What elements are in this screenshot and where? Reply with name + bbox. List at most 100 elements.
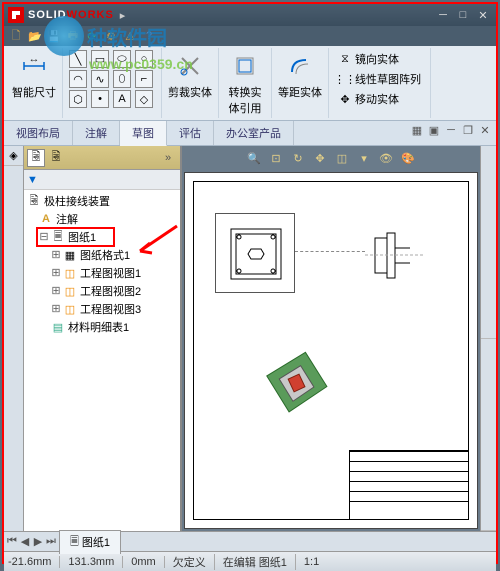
- expand-icon[interactable]: ⊞: [50, 248, 62, 262]
- view-icon: ◫: [62, 284, 78, 298]
- move-button[interactable]: ✥移动实体: [335, 90, 424, 108]
- tree-root[interactable]: 🗟 极柱接线装置: [26, 192, 178, 210]
- tab-evaluate[interactable]: 评估: [167, 121, 214, 145]
- rotate-icon[interactable]: ↻: [289, 149, 307, 167]
- warning-icon[interactable]: ⚠: [122, 28, 138, 44]
- tree-item-label: 材料明细表1: [68, 319, 129, 335]
- close-button[interactable]: ✕: [474, 8, 492, 22]
- tree-tab-config-icon[interactable]: 🗟: [47, 149, 65, 167]
- text-icon[interactable]: A: [113, 90, 131, 108]
- minimize-button[interactable]: ─: [434, 8, 452, 22]
- sheet-icon: 🗏: [50, 230, 66, 244]
- line-icon[interactable]: ╲: [69, 50, 87, 68]
- ribbon: ↔ 智能尺寸 ╲ ▭ ⬭ ○ ◠ ∿ ⬯ ⌐ ⬡ • A ◇: [4, 46, 496, 121]
- tab-office[interactable]: 办公室产品: [214, 121, 294, 145]
- ruler-seg[interactable]: [481, 146, 496, 339]
- save-icon[interactable]: 💾: [46, 28, 62, 44]
- titlebar: SOLIDWORKS ▸ ─ □ ✕: [4, 4, 496, 26]
- point-icon[interactable]: •: [91, 90, 109, 108]
- offset-button[interactable]: 等距实体: [278, 50, 322, 100]
- sheet-icon: 🗏: [70, 533, 79, 552]
- hide-icon[interactable]: 👁: [377, 149, 395, 167]
- side-tab-1[interactable]: ◈: [4, 146, 23, 166]
- title-block[interactable]: [349, 450, 469, 520]
- drawing-canvas[interactable]: [184, 172, 478, 529]
- pattern-label: 线性草图阵列: [355, 71, 421, 87]
- print-icon[interactable]: 🖶: [65, 28, 81, 44]
- slot-icon[interactable]: ⬭: [113, 50, 131, 68]
- ruler-seg[interactable]: [481, 339, 496, 532]
- pattern-button[interactable]: ⋮⋮线性草图阵列: [335, 70, 424, 88]
- drawing-view-2[interactable]: [365, 213, 425, 293]
- section-icon[interactable]: ◫: [333, 149, 351, 167]
- cascade-icon[interactable]: ▣: [427, 123, 441, 137]
- arc-icon[interactable]: ◠: [69, 70, 87, 88]
- expand-icon[interactable]: ⊞: [50, 284, 62, 298]
- polygon-icon[interactable]: ⬡: [69, 90, 87, 108]
- rect-icon[interactable]: ▭: [91, 50, 109, 68]
- tree-item-label: 工程图视图3: [80, 301, 141, 317]
- tab-view-layout[interactable]: 视图布局: [4, 121, 73, 145]
- sheet-prev-icon[interactable]: ◀: [19, 535, 31, 548]
- view-icon: ◫: [62, 302, 78, 316]
- collapse-icon[interactable]: ⊟: [38, 230, 50, 244]
- side-tab-strip: ◈: [4, 146, 24, 531]
- zoom-area-icon[interactable]: ⊡: [267, 149, 285, 167]
- sheet-next-icon[interactable]: ▶: [32, 535, 44, 548]
- display-icon[interactable]: ▾: [355, 149, 373, 167]
- tree-item-format[interactable]: ⊞ ▦ 图纸格式1: [26, 246, 178, 264]
- tree-item-view2[interactable]: ⊞ ◫ 工程图视图2: [26, 282, 178, 300]
- circle-icon[interactable]: ○: [135, 50, 153, 68]
- doc-close-icon[interactable]: ✕: [478, 123, 492, 137]
- rebuild-icon[interactable]: ⟳: [84, 28, 100, 44]
- tree-item-annotation[interactable]: A 注解: [26, 210, 178, 228]
- expand-icon[interactable]: ⊞: [50, 302, 62, 316]
- sheet-last-icon[interactable]: ⏭: [45, 535, 57, 548]
- doc-min-icon[interactable]: ─: [444, 123, 458, 137]
- maximize-button[interactable]: □: [454, 8, 472, 22]
- tree-item-view1[interactable]: ⊞ ◫ 工程图视图1: [26, 264, 178, 282]
- tree-item-view3[interactable]: ⊞ ◫ 工程图视图3: [26, 300, 178, 318]
- annotation-icon: A: [38, 212, 54, 226]
- fillet-icon[interactable]: ⌐: [135, 70, 153, 88]
- mirror-button[interactable]: ⧖镜向实体: [335, 50, 424, 68]
- sheet-first-icon[interactable]: ⏮: [6, 535, 18, 548]
- spline-icon[interactable]: ∿: [91, 70, 109, 88]
- filter-icon[interactable]: ▼: [27, 174, 38, 186]
- convert-label: 转换实体引用: [225, 84, 265, 116]
- smart-dimension-button[interactable]: ↔ 智能尺寸: [12, 50, 56, 100]
- help-icon[interactable]: ?: [141, 28, 157, 44]
- filter-bar: ▼: [24, 170, 180, 190]
- sheet-tab-bar: ⏮ ◀ ▶ ⏭ 🗏 图纸1: [4, 531, 496, 551]
- expand-icon[interactable]: ⊞: [50, 266, 62, 280]
- ellipse-icon[interactable]: ⬯: [113, 70, 131, 88]
- zoom-fit-icon[interactable]: 🔍: [245, 149, 263, 167]
- mirror-label: 镜向实体: [355, 51, 399, 67]
- tab-sketch[interactable]: 草图: [120, 121, 167, 146]
- doc-restore-icon[interactable]: ❐: [461, 123, 475, 137]
- plane-icon[interactable]: ◇: [135, 90, 153, 108]
- feature-tree: 🗟 极柱接线装置 A 注解 ⊟ 🗏 图纸1 ⊞ ▦ 图纸格式1: [24, 190, 180, 531]
- pan-icon[interactable]: ✥: [311, 149, 329, 167]
- drawing-icon: 🗟: [26, 194, 42, 208]
- tree-item-bom[interactable]: ▤ 材料明细表1: [26, 318, 178, 336]
- tab-annotation[interactable]: 注解: [73, 121, 120, 145]
- convert-button[interactable]: 转换实体引用: [225, 50, 265, 116]
- drawing-view-3[interactable]: [255, 343, 345, 433]
- new-icon[interactable]: 🗋: [8, 28, 24, 44]
- open-icon[interactable]: 📂: [27, 28, 43, 44]
- drawing-view-1[interactable]: [215, 213, 295, 293]
- dropdown-icon[interactable]: ▸: [120, 9, 126, 22]
- tree-tab-feature-icon[interactable]: 🗟: [27, 149, 45, 167]
- sheet-tab-1[interactable]: 🗏 图纸1: [59, 530, 121, 554]
- trim-button[interactable]: 剪裁实体: [168, 50, 212, 100]
- side-ruler: [480, 146, 496, 531]
- feature-tree-panel: 🗟 🗟 » ▼ 🗟 极柱接线装置 A 注解 ⊟ 🗏 图纸1: [24, 146, 182, 531]
- tree-item-sheet1[interactable]: ⊟ 🗏 图纸1: [26, 228, 178, 246]
- tree-menu-icon[interactable]: »: [159, 149, 177, 167]
- tree-item-label: 工程图视图2: [80, 283, 141, 299]
- appearance-icon[interactable]: 🎨: [399, 149, 417, 167]
- tile-icon[interactable]: ▦: [410, 123, 424, 137]
- options-icon[interactable]: ⚙: [103, 28, 119, 44]
- view-toolbar: 🔍 ⊡ ↻ ✥ ◫ ▾ 👁 🎨: [182, 146, 480, 170]
